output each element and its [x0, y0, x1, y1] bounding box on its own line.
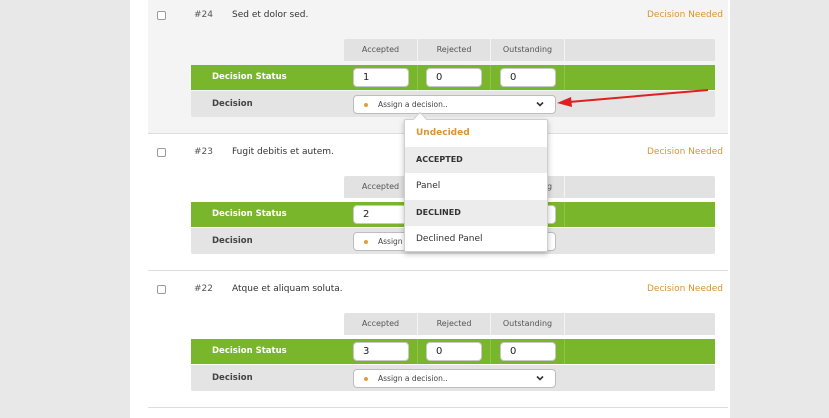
rejected-count-input[interactable]: 0	[426, 342, 482, 361]
submission-title[interactable]: Atque et aliquam soluta.	[232, 284, 343, 294]
decision-label: Decision	[212, 373, 253, 383]
row-select-checkbox[interactable]	[157, 285, 166, 294]
row-select-checkbox[interactable]	[157, 148, 166, 157]
column-header-row: Accepted Rejected Outstanding	[344, 39, 715, 61]
decision-select[interactable]: Assign a decision..	[353, 95, 556, 114]
decision-select[interactable]: Assign a decision..	[353, 369, 556, 388]
accepted-column-header: Accepted	[344, 313, 418, 335]
rejected-count-input[interactable]: 0	[426, 68, 482, 87]
status-dot-icon	[364, 240, 368, 244]
decision-status-label: Decision Status	[212, 209, 287, 219]
decision-status-row: Decision Status 3 0 0	[191, 339, 715, 364]
decision-row: Decision Assign a decision..	[191, 365, 715, 391]
outstanding-column-header: Outstanding	[491, 313, 565, 335]
decision-needed-status[interactable]: Decision Needed	[647, 10, 723, 20]
dropdown-group-declined: DECLINED	[405, 200, 547, 226]
decision-status-label: Decision Status	[212, 346, 287, 356]
submission-title[interactable]: Sed et dolor sed.	[232, 10, 308, 20]
outstanding-column-header: Outstanding	[491, 39, 565, 61]
decision-label: Decision	[212, 99, 253, 109]
accepted-count-input[interactable]: 3	[353, 342, 409, 361]
rejected-column-header: Rejected	[418, 39, 491, 61]
row-divider	[148, 407, 728, 408]
decision-status-label: Decision Status	[212, 72, 287, 82]
dropdown-group-accepted: ACCEPTED	[405, 147, 547, 173]
submission-number: #23	[194, 147, 213, 157]
decision-needed-status[interactable]: Decision Needed	[647, 284, 723, 294]
submission-title[interactable]: Fugit debitis et autem.	[232, 147, 334, 157]
status-dot-icon	[364, 103, 368, 107]
rejected-column-header: Rejected	[418, 313, 491, 335]
accepted-count-input[interactable]: 1	[353, 68, 409, 87]
outstanding-count-input[interactable]: 0	[500, 342, 556, 361]
red-arrow-icon	[557, 89, 709, 107]
decision-needed-status[interactable]: Decision Needed	[647, 147, 723, 157]
decision-select-value: Assign a decision..	[378, 100, 448, 109]
chevron-down-icon	[536, 101, 544, 107]
column-header-row: Accepted Rejected Outstanding	[344, 313, 715, 335]
dropdown-option-panel[interactable]: Panel	[405, 173, 547, 200]
chevron-down-icon	[536, 375, 544, 381]
submission-number: #22	[194, 284, 213, 294]
submission-number: #24	[194, 10, 213, 20]
accepted-column-header: Accepted	[344, 39, 418, 61]
dropdown-option-declined-panel[interactable]: Declined Panel	[405, 226, 547, 253]
dropdown-option-undecided[interactable]: Undecided	[405, 120, 547, 147]
status-dot-icon	[364, 377, 368, 381]
row-divider	[148, 270, 728, 271]
accepted-count-input[interactable]: 2	[353, 205, 409, 224]
decision-dropdown-menu: Undecided ACCEPTED Panel DECLINED Declin…	[404, 111, 548, 253]
decision-grid: Accepted Rejected Outstanding Decision S…	[191, 313, 715, 391]
decision-label: Decision	[212, 236, 253, 246]
row-select-checkbox[interactable]	[157, 11, 166, 20]
outstanding-count-input[interactable]: 0	[500, 68, 556, 87]
decision-select-value: Assign a decision..	[378, 374, 448, 383]
